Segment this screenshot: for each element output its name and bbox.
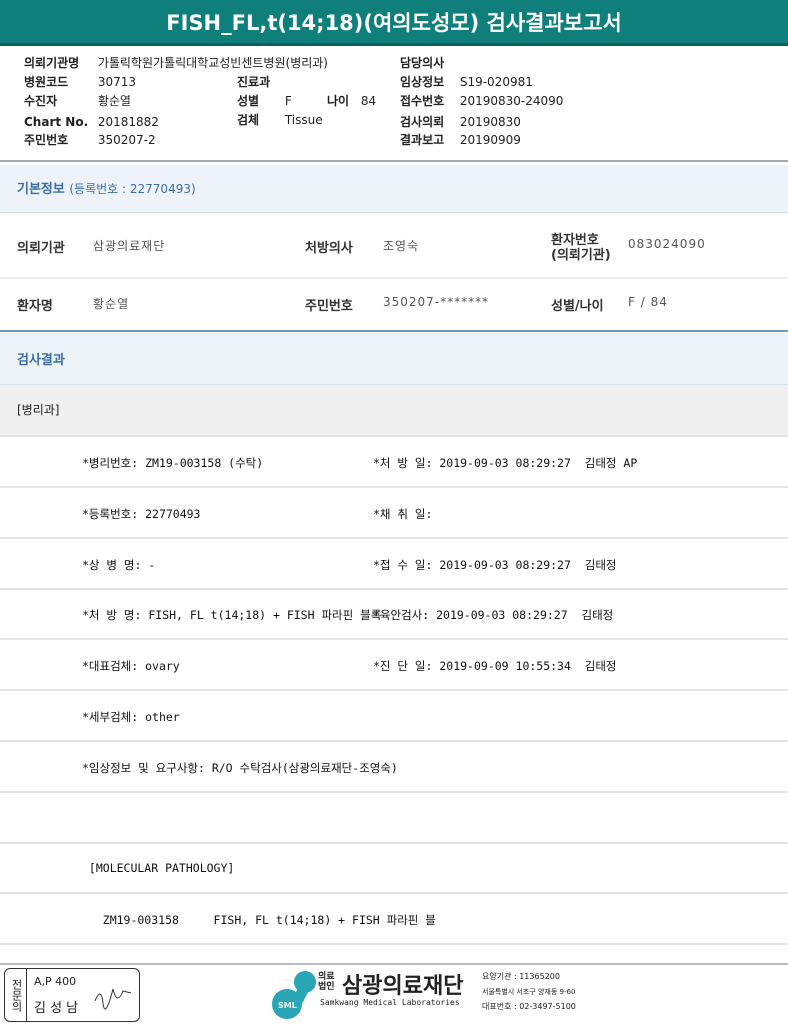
label: 주민번호 (305, 299, 353, 314)
result-left: *세부검체: other (82, 710, 180, 724)
result-row: *등록번호: 22770493 *채 취 일: (0, 488, 788, 539)
result-row: *병리번호: ZM19-003158 (수탁) *처 방 일: 2019-09-0… (0, 437, 788, 488)
divider (0, 160, 788, 162)
label: 처방의사 (305, 241, 353, 256)
result-right: *육안검사: 2019-09-03 08:29:27 김태정 (373, 608, 614, 623)
label: 결과보고 (400, 133, 445, 147)
result-left: *병리번호: ZM19-003158 (수탁) (82, 456, 264, 470)
footer-tel: 대표번호 : 02-3497-5100 (482, 1002, 576, 1011)
value: F / 84 (628, 295, 668, 309)
dept-row: [병리과] (0, 385, 788, 437)
result-row: *상 병 명: - *접 수 일: 2019-09-03 08:29:27 김태정 (0, 539, 788, 590)
value: 20190830-24090 (459, 94, 564, 108)
result-left: *처 방 명: FISH, FL t(14;18) + FISH 파라핀 블록 (82, 608, 382, 623)
section-title: 검사결과 (17, 353, 65, 368)
basic-info-section: 기본정보 (등록번호 : 22770493) (0, 165, 788, 213)
label: 접수번호 (400, 94, 445, 108)
result-left: *대표검체: ovary (82, 659, 180, 674)
value: 350207-******* (383, 295, 490, 309)
result-left: *임상정보 및 요구사항: R/O 수탁검사(삼광의료재단-조영숙) (82, 760, 398, 775)
result-right: *채 취 일: (373, 506, 433, 521)
label: 진료과 (237, 75, 271, 89)
info-row-2: 환자명 황순열 주민번호 350207-******* 성별/나이 F / 84 (0, 281, 788, 332)
label: 주민번호 (24, 133, 69, 147)
result-row: *대표검체: ovary *진 단 일: 2019-09-09 10:55:34 … (0, 640, 788, 692)
value: 20190909 (459, 133, 521, 147)
value: F (284, 94, 292, 108)
value: 083024090 (628, 237, 706, 251)
label: 성별/나이 (551, 299, 604, 314)
svg-text:SML: SML (278, 1001, 297, 1010)
value: 84 (360, 94, 377, 108)
label: (의뢰기관) (551, 248, 611, 263)
label: 담당의사 (400, 56, 445, 70)
label: 의뢰기관 (17, 241, 65, 256)
label: 환자명 (17, 299, 53, 314)
label: 임상정보 (400, 75, 445, 89)
stamp-name: 김 성 남 (34, 1001, 79, 1016)
signature-icon (94, 988, 132, 1010)
dept-label: [병리과] (17, 403, 60, 417)
value: 가톨릭학원가톨릭대학교성빈센트병원(병리과) (97, 56, 328, 70)
label: 검사의뢰 (400, 115, 445, 129)
logo-main: 삼광의료재단 (342, 974, 464, 999)
value: 황순열 (93, 297, 130, 311)
result-row: *임상정보 및 요구사항: R/O 수탁검사(삼광의료재단-조영숙) (0, 742, 788, 793)
result-row: ZM19-003158 FISH, FL t(14;18) + FISH 파라핀… (0, 894, 788, 946)
company-logo: SML 의료 법인 삼광의료재단 Samkwang Medical Laborat… (270, 968, 610, 1026)
logo-small: 의료 (318, 972, 335, 982)
label: 나이 (327, 94, 350, 108)
divider (0, 963, 788, 965)
stamp-side-label: 전문의 (5, 969, 27, 1021)
label: 병원코드 (24, 75, 69, 89)
result-left: *등록번호: 22770493 (82, 506, 201, 521)
result-left: [MOLECULAR PATHOLOGY] (82, 861, 235, 876)
doctor-stamp: 전문의 A,P 400 김 성 남 (4, 968, 140, 1022)
label: 수진자 (24, 94, 58, 108)
result-right: *처 방 일: 2019-09-03 08:29:27 김태정 AP (373, 456, 638, 470)
result-left: *상 병 명: - (82, 557, 156, 572)
value: 삼광의료재단 (93, 239, 166, 253)
value: 조영숙 (383, 239, 420, 253)
value: Tissue (284, 113, 323, 127)
value: 350207-2 (97, 133, 156, 147)
value: 황순열 (97, 94, 131, 108)
value: S19-020981 (459, 75, 533, 89)
value: 30713 (97, 75, 137, 89)
info-row-1: 의뢰기관 삼광의료재단 처방의사 조영숙 환자번호 (의뢰기관) 0830240… (0, 213, 788, 279)
result-row: *처 방 명: FISH, FL t(14;18) + FISH 파라핀 블록 *… (0, 589, 788, 641)
result-row: *세부검체: other (0, 691, 788, 742)
logo-en: Samkwang Medical Laboratories (320, 998, 460, 1007)
result-right: *진 단 일: 2019-09-09 10:55:34 김태정 (373, 659, 617, 674)
footer-code: 요양기관 : 11365200 (482, 972, 560, 981)
logo-small: 법인 (318, 982, 335, 992)
stamp-code: A,P 400 (34, 975, 77, 988)
result-row: [MOLECULAR PATHOLOGY] (0, 843, 788, 895)
results-section: 검사결과 (0, 333, 788, 385)
label: 의뢰기관명 (24, 56, 80, 70)
label: 성별 (237, 94, 260, 108)
result-left: ZM19-003158 FISH, FL t(14;18) + FISH 파라핀… (82, 913, 436, 928)
value: 20181882 (97, 115, 159, 129)
section-title: 기본정보 (등록번호 : 22770493) (17, 182, 196, 197)
label: Chart No. (24, 115, 89, 129)
footer-address: 서울특별시 서초구 양재동 9-60 (482, 988, 576, 996)
result-row (0, 793, 788, 844)
label: 검체 (237, 113, 260, 127)
value: 20190830 (459, 115, 521, 129)
report-title: FISH_FL,t(14;18)(여의도성모) 검사결과보고서 (0, 0, 788, 46)
result-right: *접 수 일: 2019-09-03 08:29:27 김태정 (373, 557, 617, 572)
